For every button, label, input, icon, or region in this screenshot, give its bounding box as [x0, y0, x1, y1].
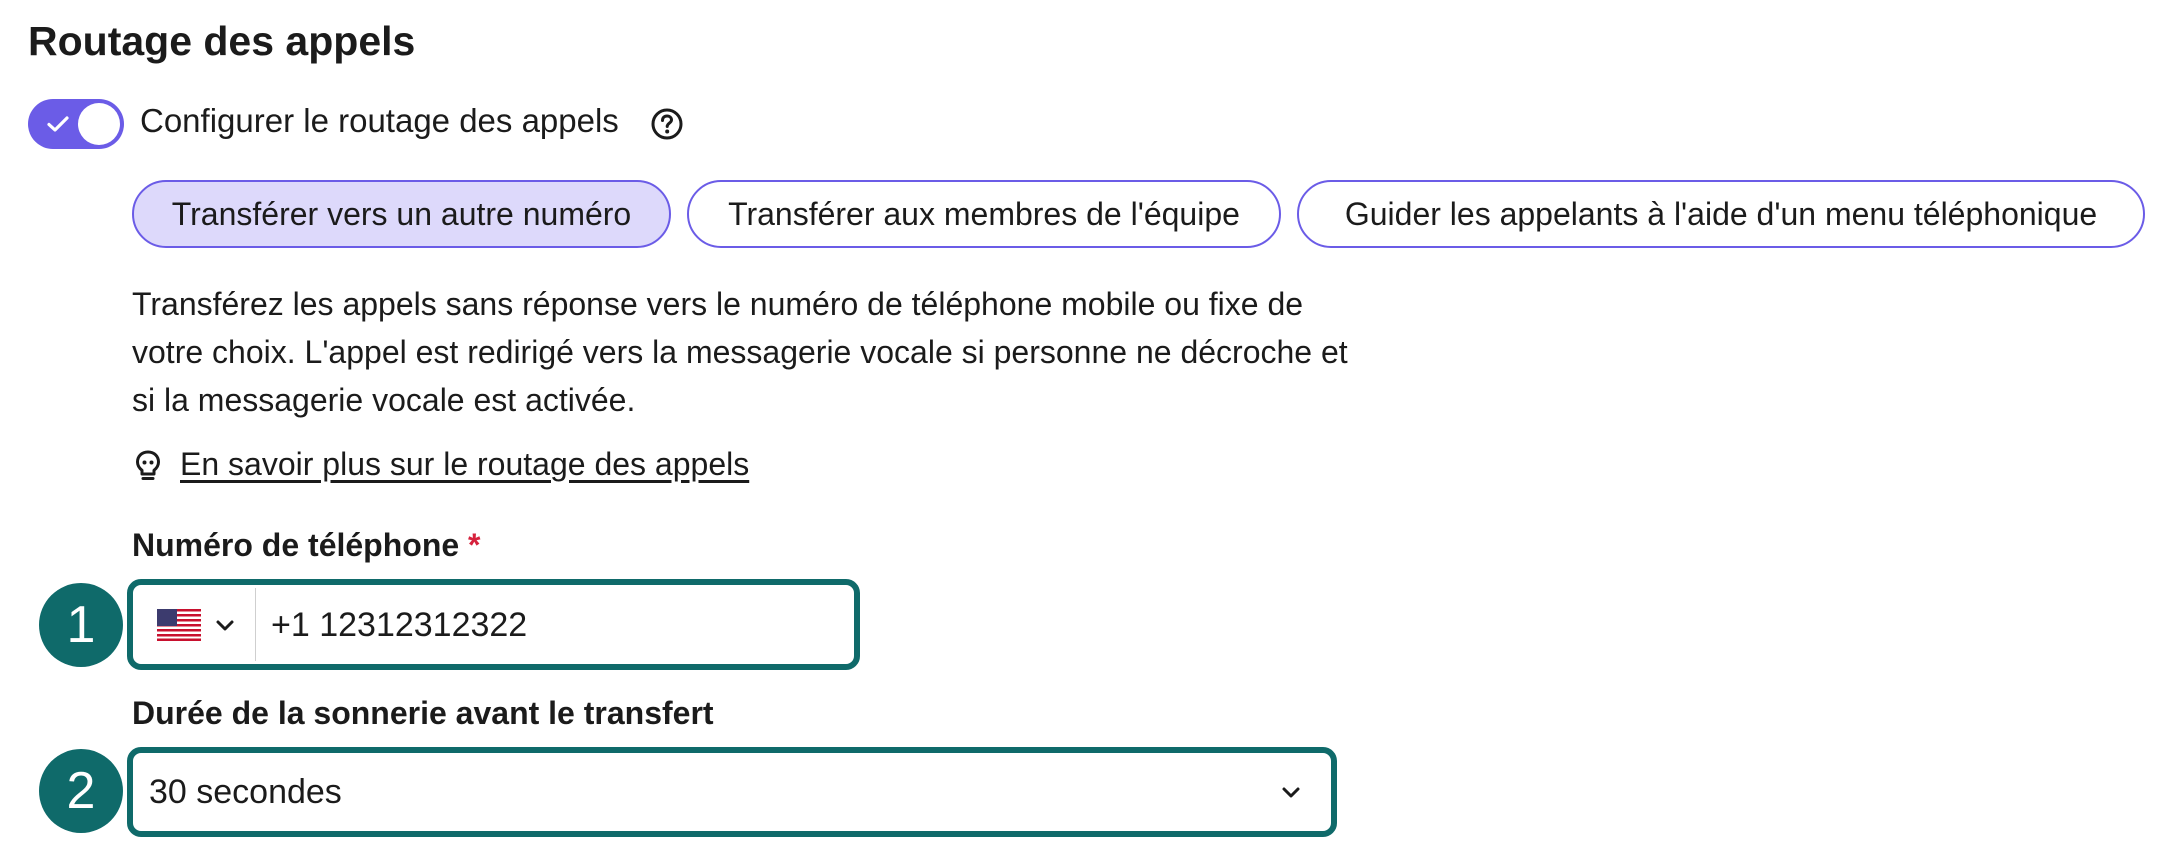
learn-more-link[interactable]: En savoir plus sur le routage des appels [180, 446, 749, 483]
phone-label: Numéro de téléphone * [132, 527, 481, 564]
annotation-badge-1: 1 [39, 583, 123, 667]
option-forward-number[interactable]: Transférer vers un autre numéro [132, 180, 671, 248]
phone-label-text: Numéro de téléphone [132, 527, 460, 563]
ring-duration-label: Durée de la sonnerie avant le transfert [132, 695, 714, 731]
chevron-down-icon [1282, 787, 1300, 798]
phone-input-value[interactable]: +1 12312312322 [271, 606, 527, 645]
lightbulb-icon [136, 450, 160, 480]
us-flag-icon [157, 609, 201, 641]
check-icon [47, 116, 69, 132]
chevron-down-icon [216, 620, 234, 631]
toggle-label: Configurer le routage des appels [140, 102, 619, 139]
option-phone-menu[interactable]: Guider les appelants à l'aide d'un menu … [1297, 180, 2145, 248]
section-title: Routage des appels [28, 18, 416, 64]
ring-duration-select[interactable]: 30 secondes [137, 757, 1327, 827]
option-forward-team[interactable]: Transférer aux membres de l'équipe [687, 180, 1281, 248]
phone-field[interactable]: +1 12312312322 [137, 588, 850, 661]
annotation-badge-2: 2 [39, 749, 123, 833]
required-mark: * [468, 527, 481, 563]
country-selector[interactable] [137, 588, 256, 661]
ring-duration-value: 30 secondes [149, 773, 342, 811]
call-routing-toggle[interactable] [28, 99, 124, 149]
question-circle-icon[interactable] [650, 107, 684, 141]
routing-description: Transférez les appels sans réponse vers … [132, 286, 1348, 418]
toggle-knob [78, 103, 120, 145]
